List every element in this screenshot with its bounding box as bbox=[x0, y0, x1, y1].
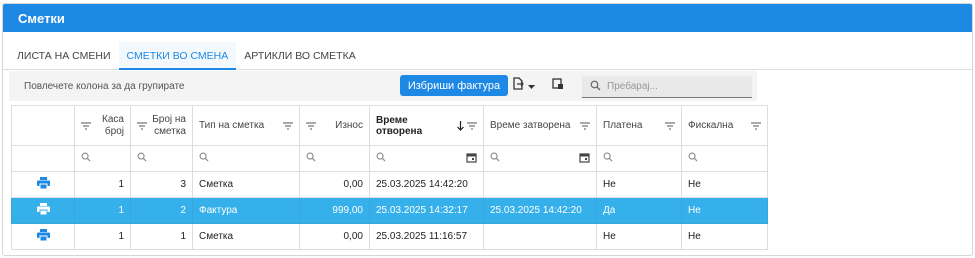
column-header-paid[interactable]: Платена bbox=[596, 105, 682, 146]
search-icon bbox=[490, 152, 500, 165]
chevron-down-icon bbox=[528, 77, 535, 95]
search-icon bbox=[199, 152, 209, 165]
bills-grid: Каса број Број на сметка Тип на сметка И… bbox=[11, 105, 768, 250]
filter-icon[interactable] bbox=[751, 121, 761, 130]
table-row[interactable]: 1 2 Фактура 999,00 25.03.2025 14:32:17 2… bbox=[11, 197, 768, 224]
filter-icon[interactable] bbox=[283, 121, 293, 130]
group-panel[interactable]: Повлечете колона за да групирате bbox=[9, 81, 399, 92]
filter-row bbox=[11, 145, 768, 172]
tab-bills-in-shift[interactable]: СМЕТКИ ВО СМЕНА bbox=[118, 42, 237, 70]
column-header-bill-type[interactable]: Тип на сметка bbox=[192, 105, 300, 146]
header-row: Каса број Број на сметка Тип на сметка И… bbox=[11, 105, 768, 146]
filter-cell-bill-number[interactable] bbox=[130, 145, 193, 172]
column-header-time-opened[interactable]: Време отворена bbox=[369, 105, 484, 146]
search-input[interactable] bbox=[607, 81, 747, 92]
search-icon bbox=[81, 152, 91, 165]
filter-icon[interactable] bbox=[81, 121, 91, 130]
search-icon bbox=[688, 152, 698, 165]
grid-toolbar: Повлечете колона за да групирате Избриши… bbox=[9, 71, 757, 101]
search-icon bbox=[306, 152, 316, 165]
cell-bill-type: Сметка bbox=[192, 171, 300, 198]
filter-icon[interactable] bbox=[467, 121, 477, 130]
cell-time-closed bbox=[483, 223, 597, 250]
cell-paid: Да bbox=[596, 197, 682, 224]
search-panel bbox=[582, 76, 752, 98]
cell-paid: Не bbox=[596, 223, 682, 250]
cell-amount: 0,00 bbox=[299, 171, 370, 198]
filter-cell-paid[interactable] bbox=[596, 145, 682, 172]
search-icon bbox=[137, 152, 147, 165]
search-icon bbox=[603, 152, 613, 165]
row-actions-cell bbox=[11, 223, 75, 250]
delete-invoice-button[interactable]: Избриши фактура bbox=[400, 75, 508, 96]
column-header-bill-number[interactable]: Број на сметка bbox=[130, 105, 193, 146]
cell-bill-number: 1 bbox=[130, 223, 193, 250]
filter-icon[interactable] bbox=[306, 121, 316, 130]
filter-icon[interactable] bbox=[137, 121, 147, 130]
cell-bill-number: 2 bbox=[130, 197, 193, 224]
column-header-fiscal[interactable]: Фискална bbox=[681, 105, 768, 146]
cell-time-opened: 25.03.2025 11:16:57 bbox=[369, 223, 484, 250]
sort-descending-icon bbox=[457, 120, 464, 131]
table-row[interactable]: 1 1 Сметка 0,00 25.03.2025 11:16:57 Не Н… bbox=[11, 223, 768, 250]
calendar-icon[interactable] bbox=[466, 152, 477, 166]
cell-paid: Не bbox=[596, 171, 682, 198]
filter-cell-fiscal[interactable] bbox=[681, 145, 768, 172]
tab-shift-list[interactable]: ЛИСТА НА СМЕНИ bbox=[9, 42, 119, 70]
cell-cash-register: 1 bbox=[74, 223, 131, 250]
column-header-actions bbox=[11, 105, 75, 146]
export-button[interactable] bbox=[512, 77, 542, 95]
cell-time-closed: 25.03.2025 14:42:20 bbox=[483, 197, 597, 224]
cell-amount: 0,00 bbox=[299, 223, 370, 250]
cell-time-closed bbox=[483, 171, 597, 198]
row-actions-cell bbox=[11, 197, 75, 224]
column-header-amount[interactable]: Износ bbox=[299, 105, 370, 146]
cell-cash-register: 1 bbox=[74, 197, 131, 224]
tab-items-in-bill[interactable]: АРТИКЛИ ВО СМЕТКА bbox=[236, 42, 363, 70]
bills-window: Сметки ЛИСТА НА СМЕНИ СМЕТКИ ВО СМЕНА АР… bbox=[2, 3, 973, 256]
cell-bill-type: Сметка bbox=[192, 223, 300, 250]
print-icon[interactable] bbox=[36, 177, 50, 192]
tab-bar: ЛИСТА НА СМЕНИ СМЕТКИ ВО СМЕНА АРТИКЛИ В… bbox=[3, 42, 972, 70]
cell-bill-type: Фактура bbox=[192, 197, 300, 224]
cell-amount: 999,00 bbox=[299, 197, 370, 224]
cell-fiscal: Не bbox=[681, 171, 768, 198]
filter-cell-time-opened[interactable] bbox=[369, 145, 484, 172]
filter-cell-cash-register[interactable] bbox=[74, 145, 131, 172]
search-icon bbox=[590, 78, 601, 96]
search-icon bbox=[376, 152, 386, 165]
column-header-time-closed[interactable]: Време затворена bbox=[483, 105, 597, 146]
cell-fiscal: Не bbox=[681, 223, 768, 250]
print-icon[interactable] bbox=[36, 229, 50, 244]
filter-cell-time-closed[interactable] bbox=[483, 145, 597, 172]
filter-cell-bill-type[interactable] bbox=[192, 145, 300, 172]
column-header-cash-register[interactable]: Каса број bbox=[74, 105, 131, 146]
calendar-icon[interactable] bbox=[579, 152, 590, 166]
export-icon bbox=[512, 77, 524, 95]
cell-bill-number: 3 bbox=[130, 171, 193, 198]
cell-fiscal: Не bbox=[681, 197, 768, 224]
filter-icon[interactable] bbox=[580, 121, 590, 130]
filter-icon[interactable] bbox=[665, 121, 675, 130]
row-actions-cell bbox=[11, 171, 75, 198]
filter-cell-amount[interactable] bbox=[299, 145, 370, 172]
cell-time-opened: 25.03.2025 14:42:20 bbox=[369, 171, 484, 198]
column-chooser-button[interactable] bbox=[550, 77, 566, 95]
filter-cell-actions bbox=[11, 145, 75, 172]
window-title: Сметки bbox=[3, 4, 972, 32]
table-row[interactable]: 1 3 Сметка 0,00 25.03.2025 14:42:20 Не Н… bbox=[11, 171, 768, 198]
print-icon[interactable] bbox=[36, 203, 50, 218]
column-chooser-icon bbox=[552, 77, 564, 95]
cell-time-opened: 25.03.2025 14:32:17 bbox=[369, 197, 484, 224]
cell-cash-register: 1 bbox=[74, 171, 131, 198]
